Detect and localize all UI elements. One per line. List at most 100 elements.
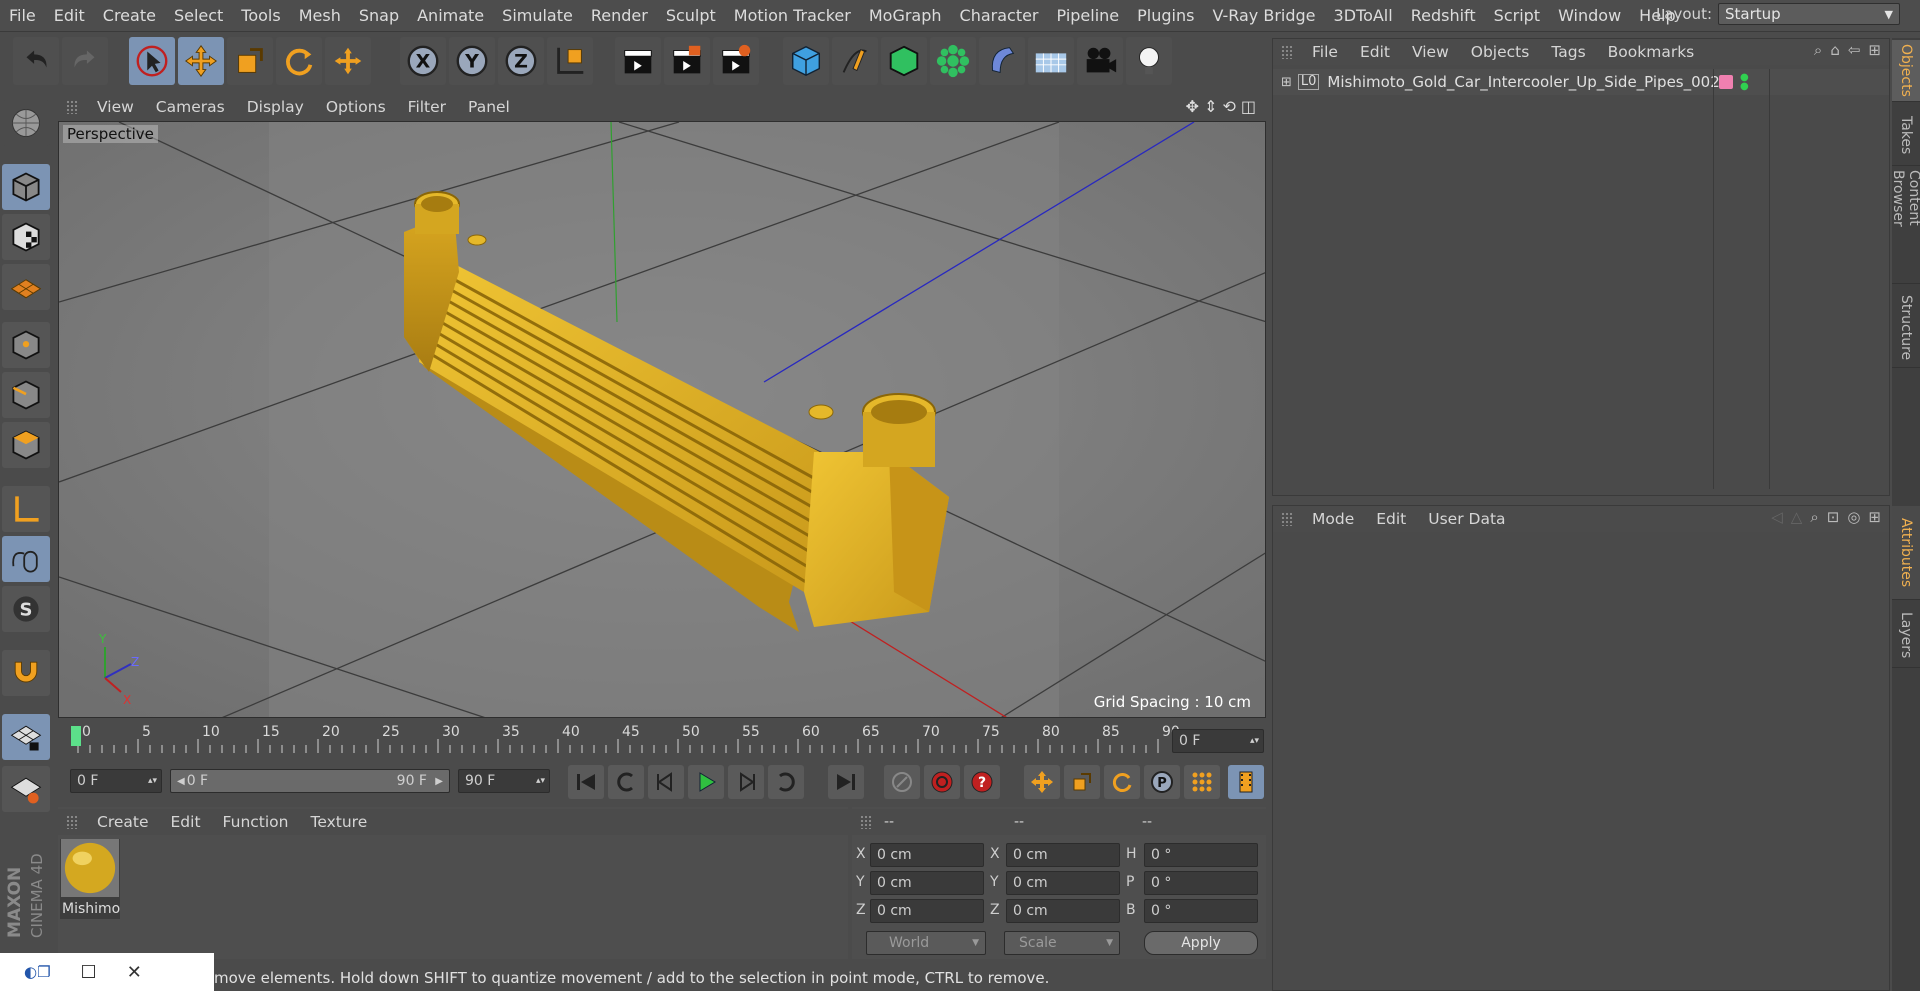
z-axis-button[interactable]: Z	[498, 37, 544, 85]
cloner-button[interactable]	[930, 37, 976, 85]
new-panel-icon[interactable]: ⊞	[1868, 508, 1881, 526]
render-picture-viewer-button[interactable]	[664, 37, 710, 85]
axis-mode-button[interactable]	[2, 486, 50, 532]
home-icon[interactable]: ⌂	[1830, 41, 1840, 59]
timeline-window-button[interactable]	[1228, 765, 1264, 799]
frame-range-slider[interactable]: ◀ 0 F 90 F ▶	[170, 769, 450, 793]
size-x-field[interactable]: 0 cm	[1006, 843, 1120, 867]
orbit-icon[interactable]: ⟲	[1222, 97, 1235, 116]
y-axis-button[interactable]: Y	[449, 37, 495, 85]
end-frame-field[interactable]: 90 F ▴▾	[458, 769, 550, 793]
texture-mode-button[interactable]	[2, 214, 50, 260]
deformer-button[interactable]	[979, 37, 1025, 85]
perspective-viewport[interactable]: Y Z X Perspective Grid Spacing : 10 cm	[58, 121, 1266, 718]
object-menu-edit[interactable]: Edit	[1349, 43, 1401, 61]
render-view-button[interactable]	[615, 37, 661, 85]
viewport-menu-view[interactable]: View	[86, 98, 145, 116]
tab-structure[interactable]: Structure	[1892, 288, 1920, 368]
locked-workplane-button[interactable]	[2, 766, 50, 812]
material-menu-function[interactable]: Function	[212, 813, 300, 831]
menu-window[interactable]: Window	[1549, 0, 1630, 32]
record-keys-button[interactable]	[884, 765, 920, 799]
viewport-menu-display[interactable]: Display	[236, 98, 315, 116]
x-axis-button[interactable]: X	[400, 37, 446, 85]
menu-redshift[interactable]: Redshift	[1402, 0, 1485, 32]
next-frame-button[interactable]	[728, 765, 764, 799]
workplane-mode-button[interactable]	[2, 264, 50, 310]
material-menu-texture[interactable]: Texture	[299, 813, 378, 831]
menu-render[interactable]: Render	[582, 0, 657, 32]
menu-edit[interactable]: Edit	[45, 0, 94, 32]
layout-select[interactable]: Startup ▼	[1718, 3, 1900, 25]
recent-tool-button[interactable]	[325, 37, 371, 85]
visibility-dots-icon[interactable]: ● ●	[1740, 73, 1749, 92]
size-y-field[interactable]: 0 cm	[1006, 871, 1120, 895]
pos-x-field[interactable]: 0 cm	[870, 843, 984, 867]
go-to-end-button[interactable]	[828, 765, 864, 799]
scale-tool-button[interactable]	[227, 37, 273, 85]
live-selection-button[interactable]	[129, 37, 175, 85]
render-settings-button[interactable]	[713, 37, 759, 85]
close-icon[interactable]: ✕	[127, 962, 142, 983]
target-icon[interactable]: ◎	[1847, 508, 1860, 526]
new-panel-icon[interactable]: ⊞	[1868, 41, 1881, 59]
object-menu-bookmarks[interactable]: Bookmarks	[1597, 43, 1706, 61]
maximize-window-icon[interactable]: ☐	[81, 962, 97, 983]
attributes-menu-mode[interactable]: Mode	[1301, 510, 1365, 528]
light-button[interactable]	[1126, 37, 1172, 85]
subdivision-button[interactable]	[881, 37, 927, 85]
keyframe-selection-button[interactable]: ?	[964, 765, 1000, 799]
menu-motion-tracker[interactable]: Motion Tracker	[725, 0, 860, 32]
undo-button[interactable]	[13, 37, 59, 85]
key-parameter-button[interactable]: P	[1144, 765, 1180, 799]
previous-key-button[interactable]	[608, 765, 644, 799]
rot-h-field[interactable]: 0 °	[1144, 843, 1258, 867]
menu-animate[interactable]: Animate	[408, 0, 493, 32]
expand-icon[interactable]: ⊞	[1281, 75, 1292, 90]
move-tool-button[interactable]	[178, 37, 224, 85]
menu-character[interactable]: Character	[951, 0, 1048, 32]
play-button[interactable]	[688, 765, 724, 799]
coordinate-system-button[interactable]	[547, 37, 593, 85]
menu-script[interactable]: Script	[1485, 0, 1549, 32]
pen-spline-button[interactable]	[832, 37, 878, 85]
object-row[interactable]: ⊞ L0 Mishimoto_Gold_Car_Intercooler_Up_S…	[1273, 69, 1889, 489]
app-windows-icon[interactable]: ◐❐	[24, 963, 51, 981]
autokeying-button[interactable]	[924, 765, 960, 799]
menu-create[interactable]: Create	[94, 0, 165, 32]
object-menu-objects[interactable]: Objects	[1460, 43, 1541, 61]
menu-3dtoall[interactable]: 3DToAll	[1325, 0, 1402, 32]
menu-vray-bridge[interactable]: V-Ray Bridge	[1203, 0, 1324, 32]
tab-attributes[interactable]: Attributes	[1892, 506, 1920, 600]
floor-button[interactable]	[1028, 37, 1074, 85]
menu-pipeline[interactable]: Pipeline	[1048, 0, 1129, 32]
rotate-tool-button[interactable]	[276, 37, 322, 85]
menu-sculpt[interactable]: Sculpt	[657, 0, 725, 32]
rot-b-field[interactable]: 0 °	[1144, 899, 1258, 923]
apply-button[interactable]: Apply	[1144, 931, 1258, 955]
tab-layers[interactable]: Layers	[1892, 604, 1920, 668]
coordinate-space-select[interactable]: World ▼	[866, 931, 986, 955]
layer-color-tag[interactable]	[1719, 75, 1733, 89]
menu-select[interactable]: Select	[165, 0, 232, 32]
camera-button[interactable]	[1077, 37, 1123, 85]
object-menu-tags[interactable]: Tags	[1540, 43, 1596, 61]
edges-mode-button[interactable]	[2, 372, 50, 418]
points-mode-button[interactable]	[2, 322, 50, 368]
viewport-menu-cameras[interactable]: Cameras	[145, 98, 236, 116]
object-menu-view[interactable]: View	[1401, 43, 1460, 61]
attributes-menu-edit[interactable]: Edit	[1365, 510, 1417, 528]
menu-tools[interactable]: Tools	[232, 0, 289, 32]
material-menu-create[interactable]: Create	[86, 813, 160, 831]
tweak-mode-button[interactable]	[2, 536, 50, 582]
menu-snap[interactable]: Snap	[350, 0, 408, 32]
pos-y-field[interactable]: 0 cm	[870, 871, 984, 895]
menu-file[interactable]: File	[0, 0, 45, 32]
arrow-up-icon[interactable]: △	[1791, 508, 1803, 526]
menu-plugins[interactable]: Plugins	[1128, 0, 1203, 32]
tab-objects[interactable]: Objects	[1892, 40, 1920, 102]
size-z-field[interactable]: 0 cm	[1006, 899, 1120, 923]
search-icon[interactable]: ⌕	[1810, 508, 1818, 526]
solo-button[interactable]: S	[2, 586, 50, 632]
key-rotation-button[interactable]	[1104, 765, 1140, 799]
